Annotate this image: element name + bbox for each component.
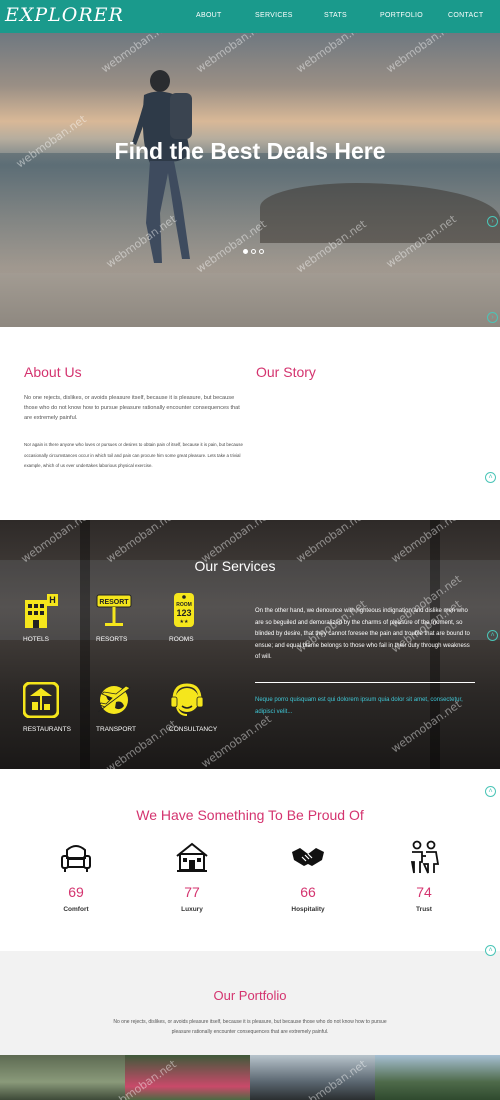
stat-value: 66 [300,884,316,900]
nav-stats[interactable]: STATS [324,12,347,19]
handshake-icon [292,848,324,866]
svg-text:RESORT: RESORT [99,599,129,606]
restaurant-icon [22,681,60,719]
portfolio-thumb-traveler[interactable] [250,1055,375,1100]
svg-text:H: H [49,595,56,605]
chevron-right-icon[interactable]: › [487,216,498,227]
slider-dot-1[interactable] [243,249,248,254]
stat-hospitality: 66 Hospitality [268,840,348,913]
chevron-up-icon[interactable]: ˄ [485,472,496,483]
service-restaurants[interactable]: RESTAURANTS [22,681,83,733]
page: EXPLORER ABOUT SERVICES STATS PORTFOLIO … [0,0,500,1100]
logo[interactable]: EXPLORER [5,4,124,26]
slider-dot-3[interactable] [259,249,264,254]
services-title: Our Services [194,558,276,574]
services-divider [255,682,475,683]
slider-dot-2[interactable] [251,249,256,254]
service-label: RESORTS [96,636,128,643]
stat-value: 69 [68,884,84,900]
hero-headline: Find the Best Deals Here [114,138,386,164]
stat-value: 77 [184,884,200,900]
service-label: RESTAURANTS [23,726,71,733]
nav-contact[interactable]: CONTACT [448,12,483,19]
nav-about[interactable]: ABOUT [196,12,222,19]
portfolio-description: No one rejects, dislikes, or avoids plea… [113,1019,387,1035]
svg-text:123: 123 [176,608,191,618]
portfolio-thumb-forest[interactable] [375,1055,500,1100]
stat-comfort: 69 Comfort [36,840,116,913]
armchair-icon [61,845,91,872]
stat-luxury: 77 Luxury [152,840,232,913]
resort-sign-icon: RESORT [96,594,132,626]
globe-plane-icon [97,685,131,714]
chevron-up-icon[interactable]: ˄ [487,630,498,641]
stat-value: 74 [416,884,432,900]
stats-section: ˄ We Have Something To Be Proud Of 69 Co… [0,769,500,951]
chevron-up-icon[interactable]: ˄ [485,945,496,956]
service-rooms[interactable]: ROOM 123 ★★ ROOMS [169,592,229,643]
stat-label: Comfort [63,906,89,913]
story-title: Our Story [256,364,316,380]
service-consultancy[interactable]: CONSULTANCY [169,682,229,733]
chevron-right-icon[interactable]: › [487,312,498,323]
house-icon [176,842,208,872]
about-section: About Us No one rejects, dislikes, or av… [0,327,500,520]
slider-dots [243,249,264,254]
service-label: ROOMS [169,636,194,643]
service-label: CONSULTANCY [169,726,218,733]
portfolio-thumb-hammock[interactable] [125,1055,250,1100]
service-label: HOTELS [23,636,50,643]
service-label: TRANSPORT [96,726,136,733]
hero-traveler-image [132,70,192,263]
services-quote: Neque porro quisquam est qui dolorem ips… [255,697,463,715]
services-description: On the other hand, we denounce with righ… [255,608,470,660]
portfolio-section: ˄ Our Portfolio No one rejects, dislikes… [0,945,500,1100]
service-hotels[interactable]: H HOTELS [23,592,83,643]
stat-label: Hospitality [291,906,325,913]
hotel-icon: H [25,594,58,628]
hero-banner: Find the Best Deals Here › › [0,33,500,327]
stat-label: Trust [416,906,432,913]
navbar: EXPLORER ABOUT SERVICES STATS PORTFOLIO … [0,0,500,33]
about-paragraph-2: Nor again is there anyone who loves or p… [24,442,243,468]
nav-portfolio[interactable]: PORTFOLIO [380,12,423,19]
nav-services[interactable]: SERVICES [255,12,293,19]
stat-trust: 74 Trust [384,840,464,913]
svg-text:★★: ★★ [180,619,189,625]
stat-label: Luxury [181,906,203,913]
service-resorts[interactable]: RESORT RESORTS [96,592,156,643]
service-transport[interactable]: TRANSPORT [96,682,156,733]
portfolio-title: Our Portfolio [213,988,287,1003]
about-paragraph-1: No one rejects, dislikes, or avoids plea… [24,395,240,421]
couple-icon [410,840,440,874]
portfolio-thumb-waterfall[interactable] [0,1055,125,1100]
about-title: About Us [24,364,82,380]
headset-icon [170,683,204,716]
services-section: Our Services H HOTELS RESORT RESORTS ROO… [0,520,500,769]
stats-title: We Have Something To Be Proud Of [136,807,364,823]
chevron-up-icon[interactable]: ˄ [485,786,496,797]
room-key-icon: ROOM 123 ★★ [174,593,194,627]
